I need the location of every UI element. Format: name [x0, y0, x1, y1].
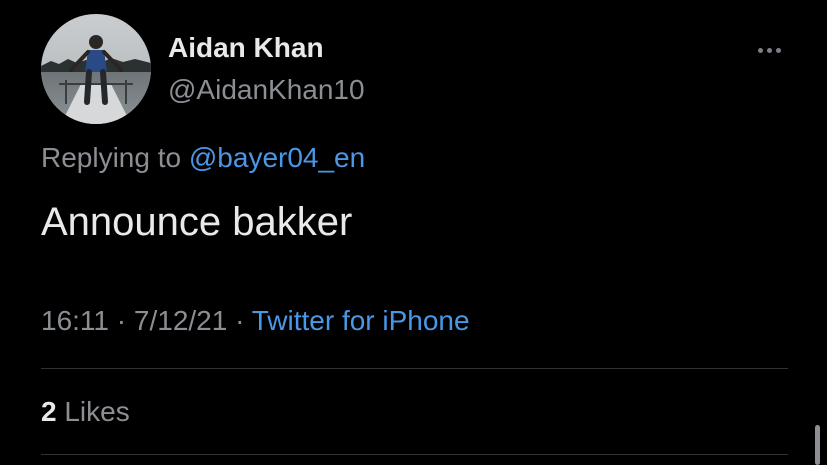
replying-to-prefix: Replying to [41, 142, 182, 173]
likes-label: Likes [64, 396, 130, 427]
avatar-image [41, 14, 151, 124]
more-horizontal-icon [757, 47, 763, 53]
meta-separator: · [116, 305, 127, 336]
likes-count: 2 [41, 396, 57, 427]
tweet-text: Announce bakker [41, 200, 353, 244]
author-display-name[interactable]: Aidan Khan [168, 30, 324, 66]
author-handle[interactable]: @AidanKhan10 [168, 72, 365, 108]
likes-link[interactable]: 2 Likes [41, 393, 130, 431]
more-options-button[interactable] [746, 36, 792, 64]
reply-mention-link[interactable]: @bayer04_en [189, 142, 365, 173]
tweet-meta: 16:11 · 7/12/21 · Twitter for iPhone [41, 302, 470, 340]
meta-separator: · [235, 305, 245, 336]
avatar[interactable] [41, 14, 151, 124]
replying-to-line: Replying to @bayer04_en [41, 140, 365, 176]
scrollbar[interactable] [815, 425, 820, 465]
tweet-time[interactable]: 16:11 [41, 305, 109, 336]
divider [41, 368, 788, 369]
more-horizontal-icon [766, 47, 772, 53]
tweet-source-link[interactable]: Twitter for iPhone [252, 305, 470, 336]
more-horizontal-icon [775, 47, 781, 53]
divider [41, 454, 788, 455]
tweet-date[interactable]: 7/12/21 [134, 305, 227, 336]
